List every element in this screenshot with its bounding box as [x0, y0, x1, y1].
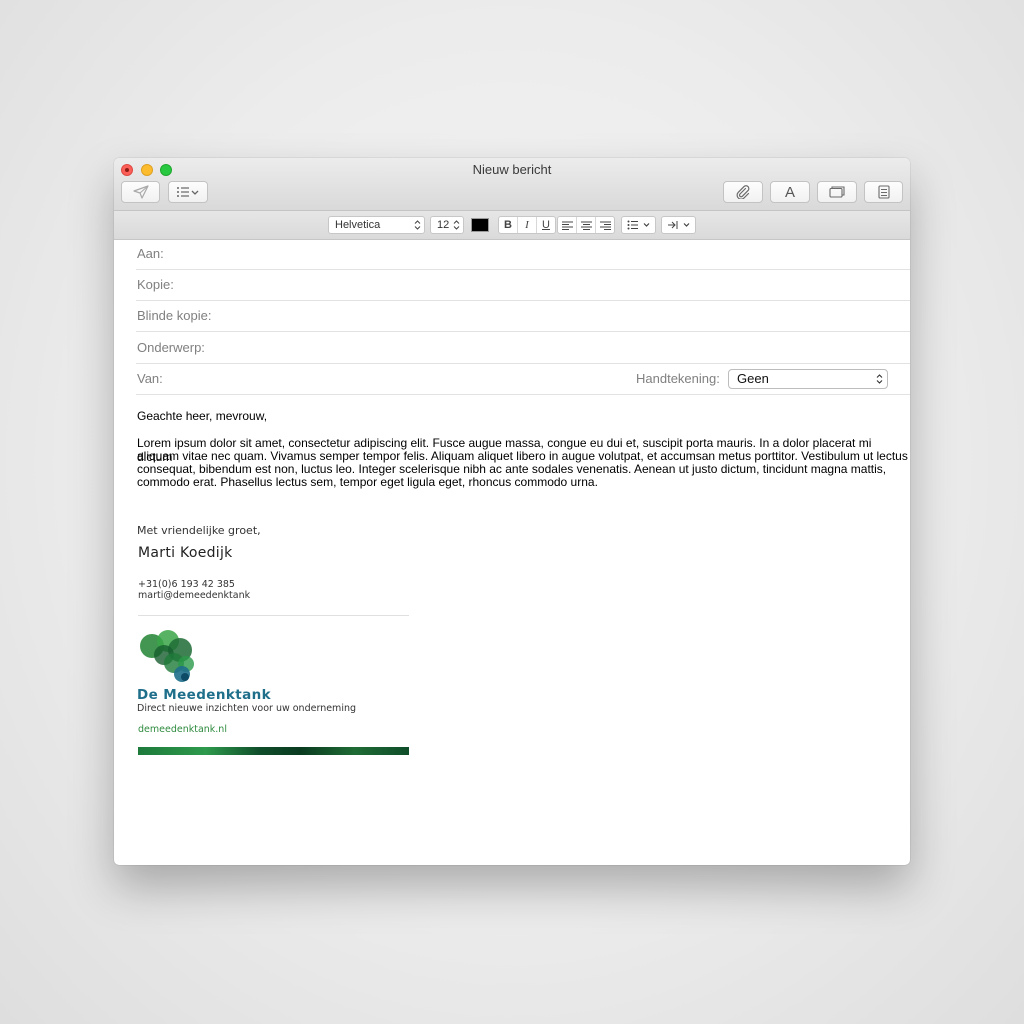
bcc-field[interactable]: Blinde kopie: [136, 301, 910, 332]
text-style-group: B I U [498, 216, 556, 234]
text-color-swatch[interactable] [471, 218, 489, 232]
list-style-select[interactable] [621, 216, 656, 234]
fonts-label: A [784, 183, 795, 201]
font-family-value: Helvetica [335, 219, 381, 231]
font-size-value: 12 [437, 219, 450, 231]
align-left-icon [561, 221, 573, 230]
fonts-button[interactable]: A [770, 181, 810, 203]
from-label: Van: [137, 371, 163, 386]
format-bar: Helvetica 12 B I U [114, 211, 910, 240]
paper-plane-icon [132, 185, 149, 199]
attach-button[interactable] [723, 181, 763, 203]
updown-arrows-icon [414, 220, 421, 230]
updown-arrows-icon [876, 374, 883, 384]
align-center-icon [580, 221, 592, 230]
company-tagline: Direct nieuwe inzichten voor uw ondernem… [137, 703, 357, 714]
list-icon [627, 220, 650, 230]
stationery-button[interactable] [864, 181, 903, 203]
signature-email: marti@demeedenktank [138, 590, 251, 601]
company-logo [140, 630, 194, 682]
subject-field[interactable]: Onderwerp: [136, 333, 910, 364]
body-line: commodo erat. Phasellus lectus sem, temp… [137, 475, 598, 489]
cc-label: Kopie: [137, 277, 174, 292]
signature-value: Geen [737, 371, 769, 386]
mail-compose-window: Nieuw bericht A Helvetica 12 B I U Aan: … [114, 158, 910, 865]
cc-field[interactable]: Kopie: [136, 270, 910, 301]
send-button[interactable] [121, 181, 160, 203]
font-family-select[interactable]: Helvetica [328, 216, 425, 234]
indent-select[interactable] [661, 216, 696, 234]
signature-phone: +31(0)6 193 42 385 [138, 579, 235, 590]
alignment-group [557, 216, 615, 234]
to-label: Aan: [137, 246, 164, 261]
to-field[interactable]: Aan: [136, 239, 910, 270]
signature-closing: Met vriendelijke groet, [137, 524, 261, 537]
title-bar: Nieuw bericht A [114, 158, 910, 211]
subject-label: Onderwerp: [137, 340, 205, 355]
company-website-link[interactable]: demeedenktank.nl [138, 724, 227, 735]
bcc-label: Blinde kopie: [137, 308, 212, 323]
signature-select[interactable]: Geen [728, 369, 888, 389]
greeting-text: Geachte heer, mevrouw, [137, 409, 268, 423]
signature-label: Handtekening: [636, 371, 720, 386]
updown-arrows-icon [453, 220, 460, 230]
header-fields-button[interactable] [168, 181, 208, 203]
from-field: Van: Handtekening: Geen [136, 364, 910, 395]
italic-button[interactable]: I [518, 217, 537, 233]
underline-button[interactable]: U [537, 217, 555, 233]
company-name: De Meedenktank [137, 687, 271, 703]
align-right-button[interactable] [596, 217, 614, 233]
photo-browser-button[interactable] [817, 181, 857, 203]
signature-banner [138, 747, 409, 755]
bold-button[interactable]: B [499, 217, 518, 233]
signature-name: Marti Koedijk [138, 545, 233, 561]
font-size-select[interactable]: 12 [430, 216, 464, 234]
stationery-icon [877, 185, 890, 199]
list-icon [177, 187, 199, 197]
align-center-button[interactable] [577, 217, 596, 233]
signature-divider [138, 615, 409, 616]
align-left-button[interactable] [558, 217, 577, 233]
paperclip-icon [736, 185, 750, 199]
align-right-icon [599, 221, 611, 230]
photo-browser-icon [829, 186, 845, 198]
indent-icon [668, 221, 690, 229]
window-title: Nieuw bericht [472, 162, 552, 177]
